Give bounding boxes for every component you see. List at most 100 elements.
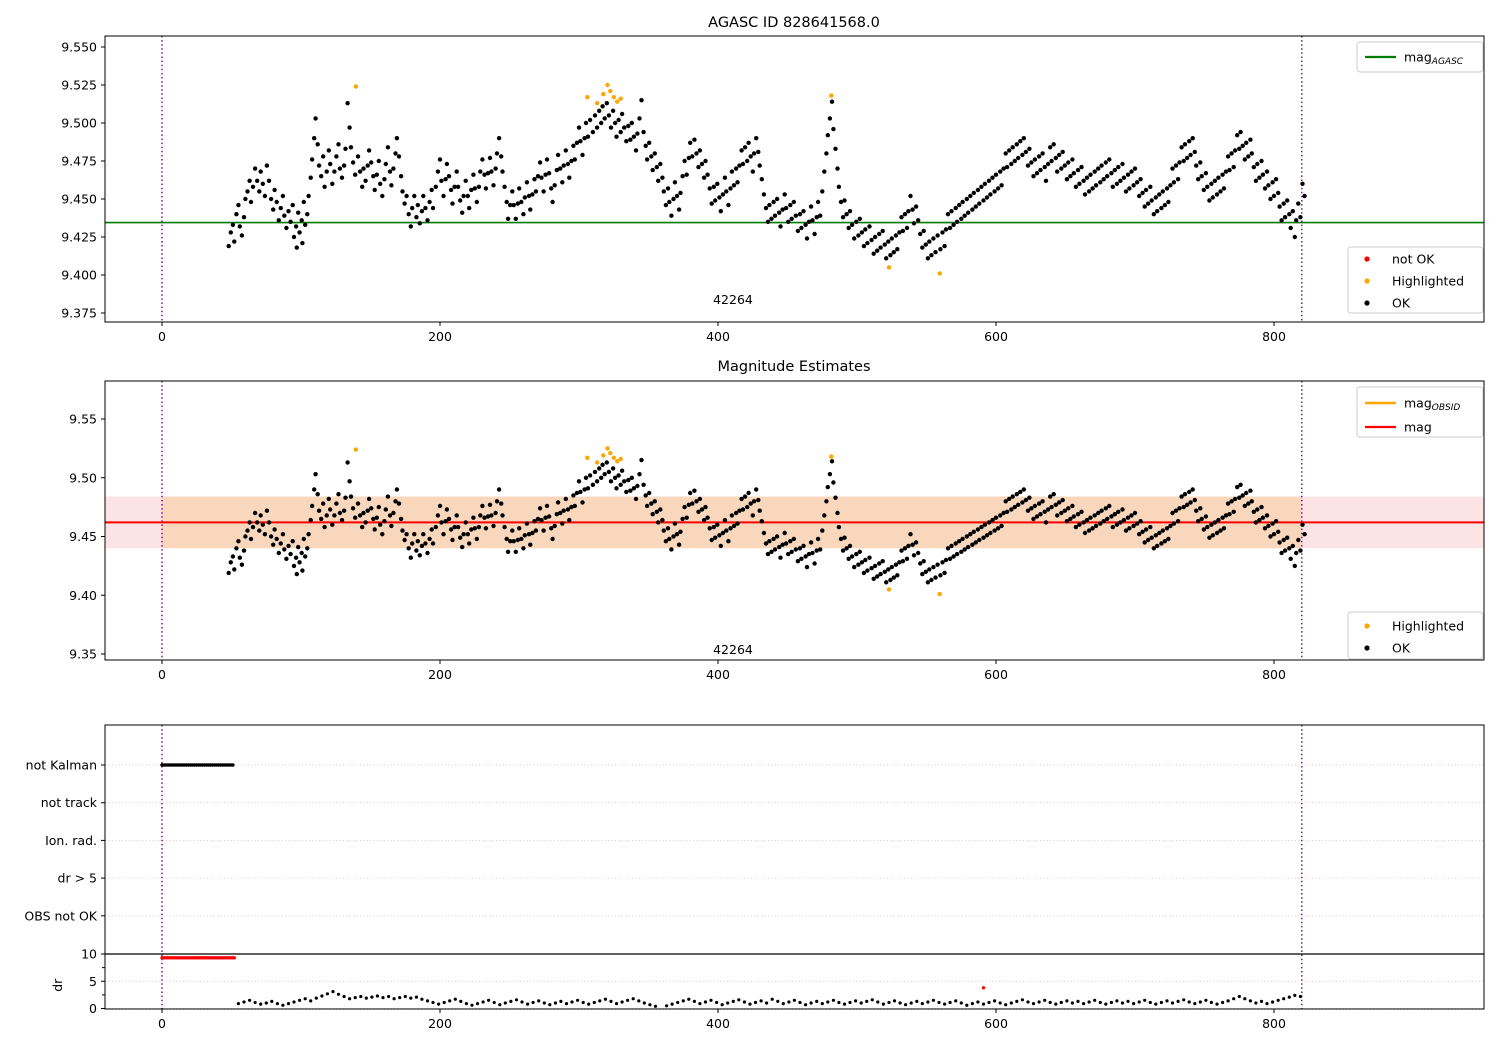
ok-data-point — [1032, 157, 1038, 162]
ok-data-point — [672, 521, 678, 526]
ok-data-point — [1290, 543, 1296, 549]
ok-data-point — [299, 218, 304, 223]
ok-data-point — [791, 199, 796, 205]
ok-data-point — [587, 473, 593, 478]
ok-data-point — [682, 504, 687, 510]
highlighted-data-point — [594, 101, 600, 106]
ok-data-point — [228, 560, 233, 565]
ok-data-point — [1071, 514, 1077, 519]
ok-data-point — [614, 486, 619, 491]
ok-data-point — [1160, 189, 1166, 194]
highlighted-data-point — [605, 82, 610, 88]
ok-data-point — [619, 111, 625, 117]
ok-data-point — [1260, 172, 1266, 177]
ok-data-point — [585, 486, 591, 491]
ok-data-point — [1292, 563, 1298, 569]
ok-data-point — [369, 506, 374, 511]
ok-data-point — [1143, 187, 1149, 193]
ok-data-point — [353, 172, 358, 177]
legend-label-not-ok: not OK — [1392, 252, 1435, 267]
ok-data-point — [505, 216, 511, 221]
dr-ok-point — [1187, 1000, 1191, 1004]
ok-data-point — [859, 230, 865, 235]
ok-data-point — [949, 543, 954, 549]
ok-data-point — [1248, 488, 1253, 493]
dr-ok-point — [770, 997, 774, 1001]
dr-ok-point — [387, 994, 391, 999]
ok-data-point — [278, 205, 283, 211]
ok-data-point — [692, 488, 697, 493]
ok-data-point — [280, 193, 286, 199]
ok-data-point — [357, 169, 363, 174]
ok-data-point — [303, 554, 308, 559]
ok-data-point — [713, 198, 718, 203]
ok-data-point — [239, 233, 245, 238]
flag-row-label: Ion. rad. — [45, 833, 97, 848]
dr-ok-point — [242, 1000, 246, 1004]
ok-data-point — [255, 178, 260, 183]
dr-ok-point — [1109, 1000, 1113, 1005]
dr-ok-point — [915, 999, 919, 1004]
ok-data-point — [499, 154, 504, 159]
dr-ok-point — [965, 1003, 969, 1007]
ok-data-point — [703, 158, 708, 164]
ok-data-point — [1107, 157, 1112, 162]
y-tick-label: 9.35 — [69, 647, 97, 662]
ok-data-point — [801, 543, 806, 549]
ok-data-point — [1049, 158, 1054, 164]
ok-data-point — [1192, 497, 1198, 503]
ok-data-point — [793, 213, 798, 218]
ok-data-point — [953, 205, 958, 211]
ok-data-point — [672, 180, 678, 185]
ok-data-point — [1132, 510, 1138, 516]
ok-data-point — [301, 199, 306, 205]
ok-data-point — [933, 250, 938, 255]
ok-data-point — [1287, 212, 1292, 217]
ok-data-point — [299, 550, 304, 556]
ok-data-point — [713, 535, 718, 540]
dr-ok-point — [592, 1000, 596, 1005]
dr-ok-point — [453, 997, 457, 1001]
ok-data-point — [1164, 186, 1170, 191]
ok-data-point — [552, 183, 557, 188]
dr-ok-point — [481, 1000, 485, 1004]
ok-data-point — [576, 125, 582, 130]
ok-data-point — [1060, 149, 1065, 155]
ok-data-point — [1203, 171, 1209, 176]
ok-data-point — [1271, 193, 1277, 199]
ok-data-point — [975, 187, 981, 193]
dr-ok-point — [414, 995, 418, 999]
ok-data-point — [266, 178, 272, 183]
ok-data-point — [1188, 152, 1193, 158]
ok-data-point — [1023, 149, 1029, 155]
ok-data-point — [257, 528, 262, 533]
dr-ok-point — [559, 999, 563, 1004]
ok-data-point — [1296, 537, 1301, 543]
ok-data-point — [517, 186, 522, 191]
ok-data-point — [893, 233, 899, 238]
ok-data-point — [602, 116, 607, 121]
dr-not-ok-outlier-point — [981, 986, 986, 990]
ok-data-point — [306, 532, 311, 537]
ok-data-point — [1251, 164, 1257, 170]
ok-data-point — [891, 250, 896, 255]
ok-data-point — [391, 510, 396, 516]
ok-data-point — [366, 496, 372, 502]
dr-ok-point — [681, 999, 685, 1003]
ok-data-point — [1221, 186, 1227, 191]
ok-data-point — [993, 172, 999, 177]
ok-data-point — [262, 193, 268, 199]
ok-data-point — [465, 193, 470, 199]
flag-row-label: not Kalman — [26, 758, 97, 773]
ok-data-point — [750, 513, 755, 518]
flag-row-label: OBS not OK — [24, 908, 97, 923]
dr-ok-point — [570, 1000, 574, 1004]
dr-ok-point — [1037, 1000, 1041, 1004]
dr-ok-point — [475, 1002, 480, 1006]
dr-ok-point — [309, 999, 313, 1003]
ok-data-point — [921, 228, 926, 234]
dr-ok-point — [1298, 994, 1302, 999]
ok-data-point — [511, 202, 516, 208]
ok-data-point — [1187, 139, 1192, 144]
ok-data-point — [494, 499, 500, 504]
